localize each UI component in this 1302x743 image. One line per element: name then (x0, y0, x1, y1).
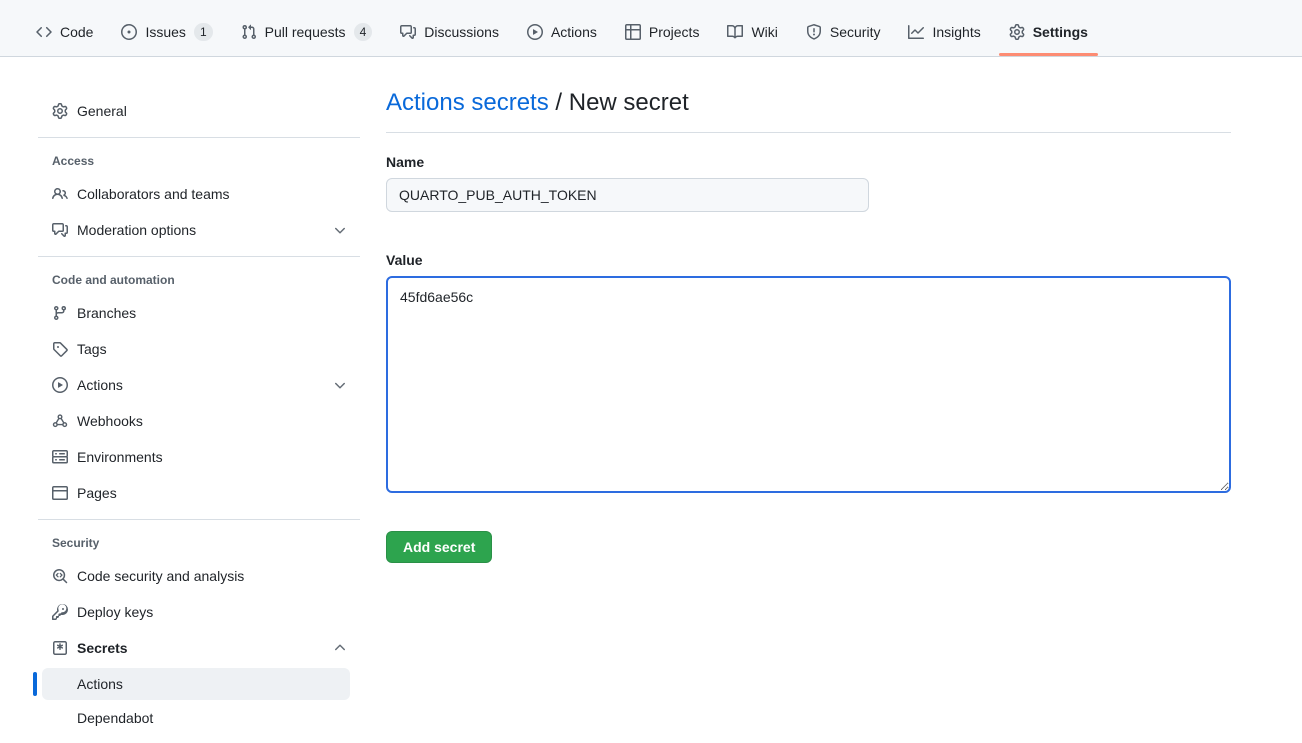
tab-label: Actions (551, 24, 597, 40)
tab-discussions[interactable]: Discussions (390, 8, 509, 56)
sidebar-item-secrets[interactable]: Secrets (32, 630, 360, 666)
play-icon (527, 24, 543, 40)
code-icon (36, 24, 52, 40)
comment-discussion-icon (400, 24, 416, 40)
tab-label: Insights (932, 24, 980, 40)
key-icon (52, 604, 68, 620)
tab-insights[interactable]: Insights (898, 8, 990, 56)
tab-label: Settings (1033, 24, 1088, 40)
name-label: Name (386, 154, 1231, 170)
tab-actions[interactable]: Actions (517, 8, 607, 56)
sidebar-item-branches[interactable]: Branches (32, 295, 360, 331)
sidebar-subitem-actions[interactable]: Actions (42, 668, 350, 700)
page-title: Actions secrets / New secret (386, 88, 1231, 118)
divider (38, 137, 360, 138)
sidebar-item-label: Deploy keys (77, 604, 153, 620)
breadcrumb-separator: / (549, 89, 569, 116)
tab-projects[interactable]: Projects (615, 8, 710, 56)
sidebar-item-label: Collaborators and teams (77, 186, 230, 202)
git-pull-request-icon (241, 24, 257, 40)
sidebar-item-code-security[interactable]: Code security and analysis (32, 558, 360, 594)
chevron-up-icon (332, 640, 348, 656)
pull-requests-count-badge: 4 (354, 23, 373, 41)
sidebar-item-label: Moderation options (77, 222, 196, 238)
sidebar-item-environments[interactable]: Environments (32, 439, 360, 475)
divider (38, 519, 360, 520)
add-secret-button[interactable]: Add secret (386, 531, 492, 563)
sidebar-section-header: Code and automation (32, 273, 360, 287)
book-icon (727, 24, 743, 40)
sidebar-subitem-label: Dependabot (77, 710, 153, 726)
table-icon (625, 24, 641, 40)
tab-security[interactable]: Security (796, 8, 891, 56)
sidebar-item-label: Pages (77, 485, 117, 501)
tab-label: Projects (649, 24, 700, 40)
sidebar-item-deploy-keys[interactable]: Deploy keys (32, 594, 360, 630)
key-asterisk-icon (52, 640, 68, 656)
chevron-down-icon (332, 222, 348, 238)
actions-secrets-link[interactable]: Actions secrets (386, 89, 549, 116)
tab-label: Security (830, 24, 881, 40)
sidebar-item-label: Actions (77, 377, 123, 393)
tab-label: Pull requests (265, 24, 346, 40)
sidebar-item-label: Code security and analysis (77, 568, 244, 584)
sidebar-subitem-label: Actions (77, 676, 123, 692)
gear-icon (1009, 24, 1025, 40)
sidebar-subitem-dependabot[interactable]: Dependabot (42, 702, 350, 734)
tab-label: Discussions (424, 24, 499, 40)
sidebar-item-label: Environments (77, 449, 163, 465)
tab-label: Issues (145, 24, 185, 40)
divider (38, 256, 360, 257)
secret-value-textarea[interactable]: 45fd6ae56c (386, 276, 1231, 493)
sidebar-section-header: Access (32, 154, 360, 168)
breadcrumb-current: New secret (569, 89, 689, 116)
issues-count-badge: 1 (194, 23, 213, 41)
tab-wiki[interactable]: Wiki (717, 8, 787, 56)
sidebar-item-label: Tags (77, 341, 107, 357)
play-icon (52, 377, 68, 393)
gear-icon (52, 103, 68, 119)
sidebar-item-actions[interactable]: Actions (32, 367, 360, 403)
value-label: Value (386, 252, 1231, 268)
git-branch-icon (52, 305, 68, 321)
sidebar-item-tags[interactable]: Tags (32, 331, 360, 367)
people-icon (52, 186, 68, 202)
issue-opened-icon (121, 24, 137, 40)
sidebar-item-moderation-options[interactable]: Moderation options (32, 212, 360, 248)
repo-nav: Code Issues 1 Pull requests 4 Discussion… (0, 0, 1302, 57)
settings-sidebar: General Access Collaborators and teams M… (32, 93, 360, 736)
chevron-down-icon (332, 377, 348, 393)
tag-icon (52, 341, 68, 357)
divider (386, 132, 1231, 133)
tab-code[interactable]: Code (26, 8, 103, 56)
main-content: Actions secrets / New secret Name Value … (386, 88, 1231, 563)
sidebar-item-label: General (77, 103, 127, 119)
sidebar-item-collaborators[interactable]: Collaborators and teams (32, 176, 360, 212)
secret-name-input[interactable] (386, 178, 869, 212)
sidebar-item-label: Webhooks (77, 413, 143, 429)
webhook-icon (52, 413, 68, 429)
tab-settings[interactable]: Settings (999, 8, 1098, 56)
sidebar-item-webhooks[interactable]: Webhooks (32, 403, 360, 439)
tab-label: Wiki (751, 24, 777, 40)
sidebar-item-label: Secrets (77, 640, 128, 656)
tab-pull-requests[interactable]: Pull requests 4 (231, 8, 383, 56)
shield-exclamation-icon (806, 24, 822, 40)
tab-issues[interactable]: Issues 1 (111, 8, 222, 56)
comment-discussion-icon (52, 222, 68, 238)
sidebar-item-label: Branches (77, 305, 136, 321)
tab-label: Code (60, 24, 93, 40)
server-icon (52, 449, 68, 465)
sidebar-section-header: Security (32, 536, 360, 550)
codescan-icon (52, 568, 68, 584)
graph-icon (908, 24, 924, 40)
sidebar-item-pages[interactable]: Pages (32, 475, 360, 511)
browser-icon (52, 485, 68, 501)
sidebar-item-general[interactable]: General (32, 93, 360, 129)
